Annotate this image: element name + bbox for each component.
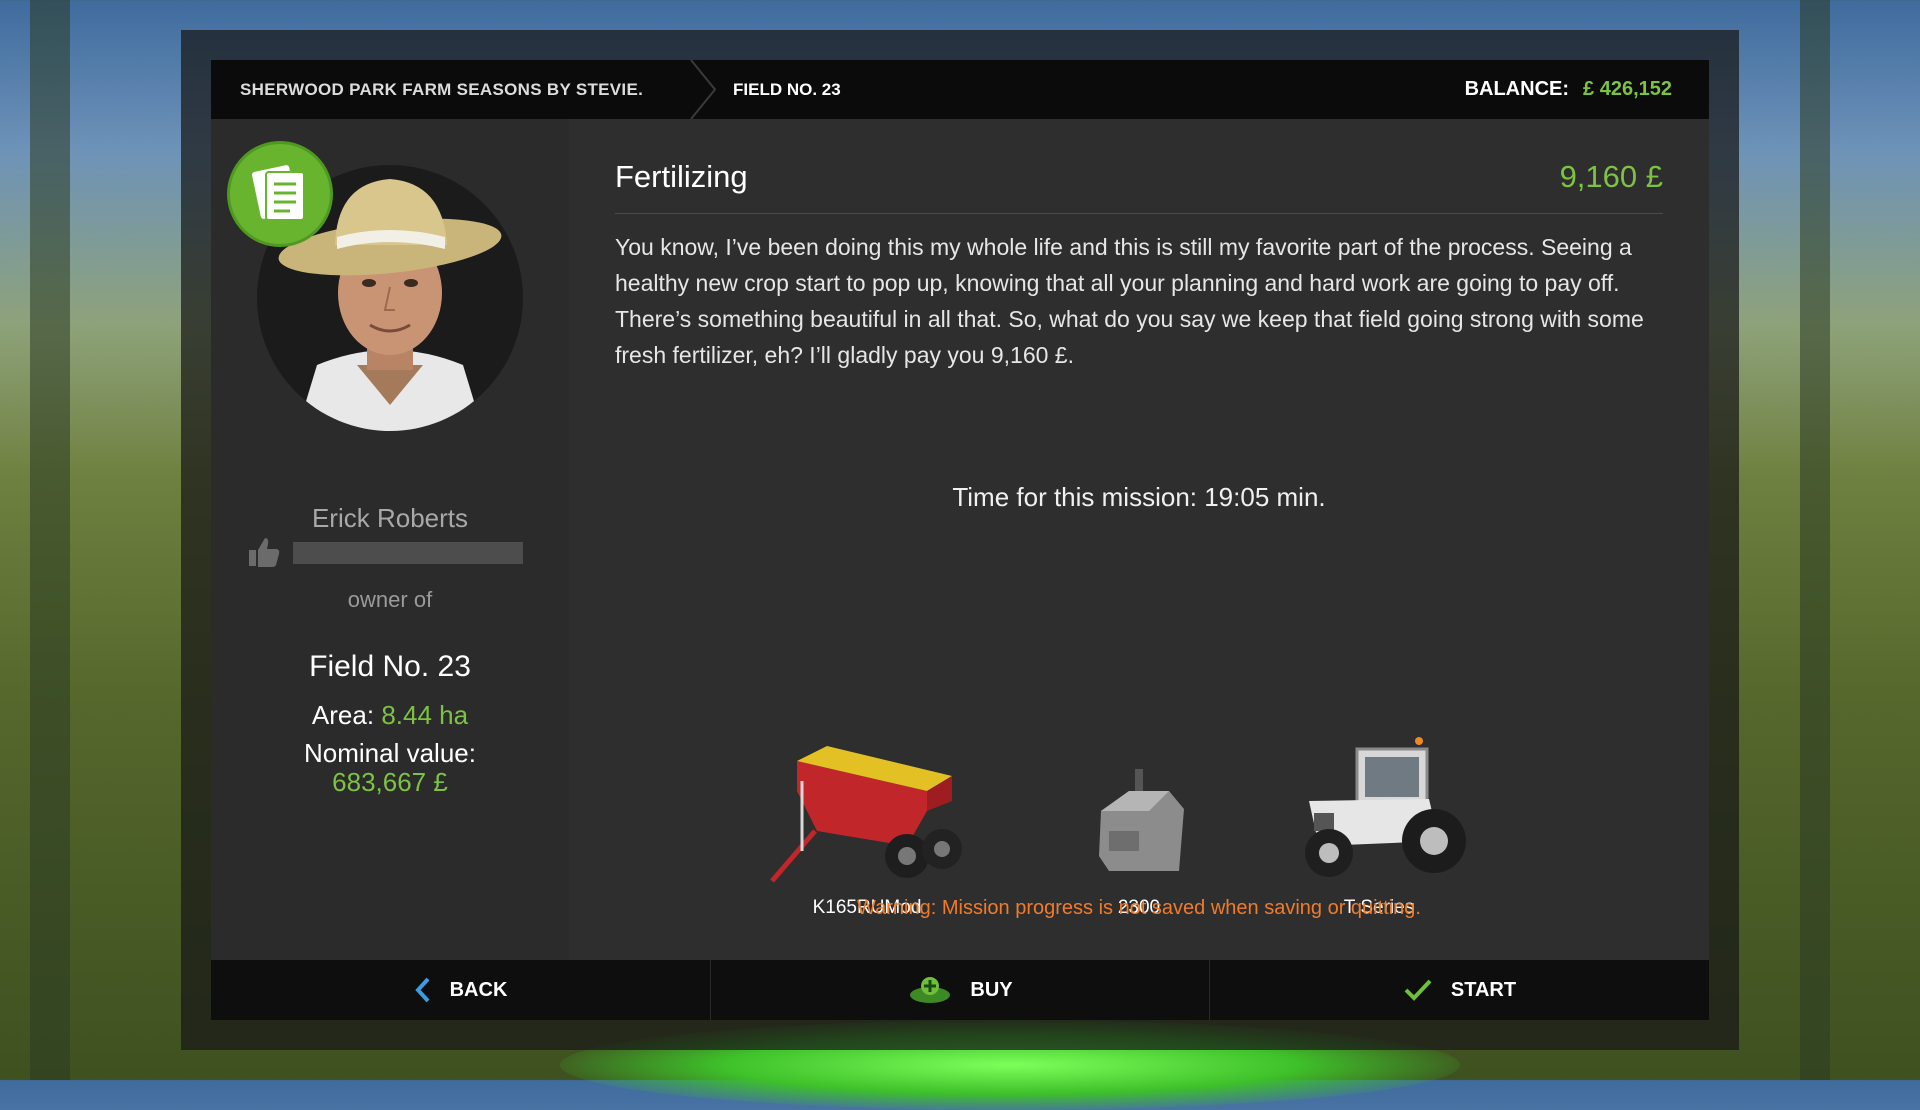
- background-tree: [1800, 0, 1830, 1080]
- breadcrumb-farm: SHERWOOD PARK FARM SEASONS BY STEVIE.: [240, 80, 644, 99]
- field-name: Field No. 23: [309, 650, 471, 683]
- mission-title: Fertilizing: [615, 159, 748, 194]
- mission-description: You know, I’ve been doing this my whole …: [615, 234, 1644, 368]
- warning-text: Warning: Mission progress is not saved w…: [857, 897, 1421, 919]
- npc-panel: Erick Roberts owner of Field No. 23 Area…: [211, 119, 569, 960]
- mission-reward: 9,160 £: [1559, 159, 1663, 194]
- buy-button-label: BUY: [970, 978, 1013, 1001]
- vehicle-item: 2300: [1029, 721, 1249, 919]
- mission-dialog: SHERWOOD PARK FARM SEASONS BY STEVIE. FI…: [211, 60, 1709, 1020]
- balance-label: BALANCE:: [1464, 78, 1570, 100]
- balance-value: £ 426,152: [1583, 78, 1672, 100]
- contract-document-icon: [227, 141, 333, 247]
- area-value: 8.44 ha: [381, 700, 469, 730]
- start-button[interactable]: START: [1209, 960, 1709, 1020]
- area-label: Area:: [311, 700, 375, 730]
- mission-panel: Fertilizing 9,160 £ You know, I’ve been …: [569, 119, 1709, 960]
- reputation-bar: [293, 542, 523, 564]
- breadcrumb-field: FIELD NO. 23: [733, 80, 841, 99]
- field-area: Area: 8.44 ha: [211, 700, 569, 731]
- chevron-left-icon: [414, 977, 430, 1003]
- divider: [615, 213, 1663, 214]
- nominal-value-label: Nominal value:: [304, 738, 476, 768]
- vehicle-item: K165RUMod: [757, 721, 977, 919]
- npc-name: Erick Roberts: [311, 503, 469, 533]
- buy-button[interactable]: BUY: [710, 960, 1210, 1020]
- back-button[interactable]: BACK: [211, 960, 710, 1020]
- tractor-icon: [1305, 737, 1466, 877]
- weight-icon: [1099, 769, 1184, 871]
- balance: BALANCE: £ 426,152: [1465, 60, 1672, 119]
- breadcrumb-separator-icon: [690, 60, 717, 119]
- footer-bar: BACK BUY START: [211, 960, 1709, 1020]
- mission-time: Time for this mission: 19:05 min.: [952, 482, 1326, 512]
- dpad-icon: [910, 977, 951, 1003]
- owner-of-label: owner of: [347, 587, 433, 612]
- background-tree: [30, 0, 70, 1080]
- vehicle-item: T Series: [1269, 721, 1489, 919]
- thumbs-up-icon: [249, 538, 280, 567]
- fertilizer-spreader-icon: [770, 746, 962, 883]
- header-bar: SHERWOOD PARK FARM SEASONS BY STEVIE. FI…: [211, 60, 1709, 119]
- start-button-label: START: [1450, 978, 1517, 1001]
- checkmark-icon: [1404, 979, 1432, 1001]
- nominal-value: 683,667 £: [332, 767, 448, 797]
- back-button-label: BACK: [449, 978, 508, 1001]
